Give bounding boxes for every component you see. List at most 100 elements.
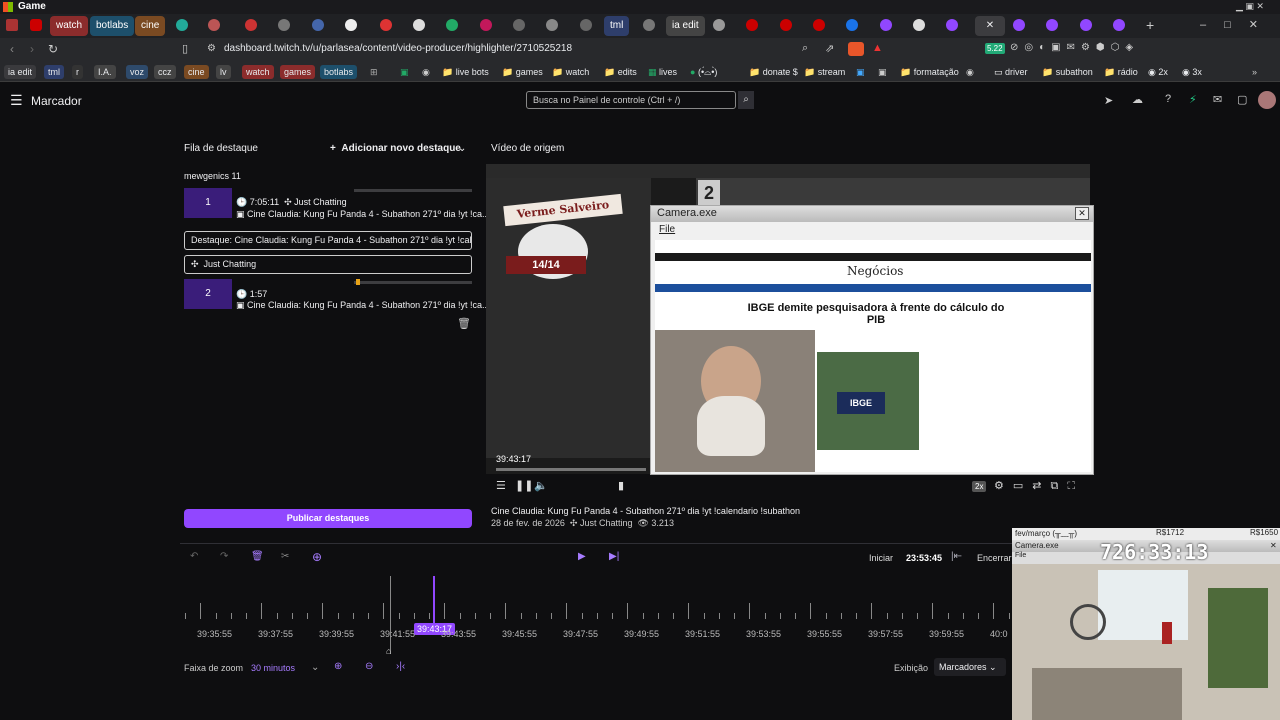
share-icon[interactable]: ⇗ bbox=[825, 42, 834, 55]
menu-icon[interactable]: ☰ bbox=[10, 92, 23, 109]
queue-item[interactable]: 2 🕒 1:57 ▣ Cine Claudia: Kung Fu Panda 4… bbox=[184, 279, 489, 310]
trash-icon[interactable]: 🗑 bbox=[251, 551, 264, 562]
bookmark-folder[interactable]: 📁 edits bbox=[600, 65, 641, 79]
zoom-icon[interactable]: ⌕ bbox=[802, 42, 808, 55]
tab-icon[interactable] bbox=[176, 19, 188, 31]
brave-icon[interactable] bbox=[848, 42, 864, 56]
tab-icon[interactable] bbox=[245, 19, 257, 31]
bookmark-item[interactable]: r bbox=[72, 65, 83, 79]
tab-icon[interactable] bbox=[480, 19, 492, 31]
tab-icon[interactable] bbox=[1013, 19, 1025, 31]
bookmark-item[interactable]: I.A. bbox=[94, 65, 116, 79]
tab-watch[interactable]: watch bbox=[50, 16, 89, 36]
avatar[interactable] bbox=[1258, 91, 1276, 109]
tab-icon[interactable] bbox=[1080, 19, 1092, 31]
zoom-in-icon[interactable]: ⊕ bbox=[334, 661, 342, 672]
bookmark-item[interactable]: botlabs bbox=[320, 65, 358, 79]
forward-icon[interactable]: › bbox=[30, 42, 34, 56]
bookmark-item[interactable]: tml bbox=[44, 65, 64, 79]
bookmark-item[interactable]: ● (•́⌓•̀) bbox=[686, 65, 721, 79]
publish-button[interactable]: Publicar destaques bbox=[184, 509, 472, 528]
queue-item[interactable]: 1 🕒 7:05:11 ✣ Just Chatting ▣ Cine Claud… bbox=[184, 188, 489, 219]
more-bookmarks-icon[interactable]: » bbox=[1248, 65, 1261, 79]
extensions-icon[interactable]: ⊘◎◐▣✉⚙⬢⬡◈ bbox=[1010, 42, 1139, 53]
tab-icon[interactable] bbox=[1046, 19, 1058, 31]
highlight-title-input[interactable]: Destaque: Cine Claudia: Kung Fu Panda 4 … bbox=[184, 231, 472, 250]
bookmark-folder[interactable]: 📁 rádio bbox=[1100, 65, 1142, 79]
bookmark-icon[interactable]: ▣ bbox=[852, 65, 869, 79]
bookmark-folder[interactable]: 📁 live bots bbox=[438, 65, 493, 79]
chevron-down-icon[interactable]: ⌄ bbox=[458, 143, 466, 154]
play-icon[interactable]: ▶ bbox=[578, 551, 586, 562]
bookmark-item[interactable]: ◉ 3x bbox=[1178, 65, 1206, 79]
bookmark-item[interactable]: voz bbox=[126, 65, 149, 79]
chevron-down-icon[interactable]: ⌄ bbox=[311, 662, 319, 673]
bookmark-item[interactable]: lv bbox=[216, 65, 231, 79]
category-input[interactable]: ✣ Just Chatting bbox=[184, 255, 472, 274]
tab-cine[interactable]: cine bbox=[135, 16, 166, 36]
tab-icon[interactable] bbox=[746, 19, 758, 31]
zoom-out-icon[interactable]: ⊖ bbox=[365, 661, 373, 672]
scissors-icon[interactable]: ✂ bbox=[281, 551, 289, 562]
tab-tml[interactable]: tml bbox=[604, 16, 630, 36]
bookmark-icon[interactable]: ▣ bbox=[396, 65, 413, 79]
close-icon[interactable]: ✕ bbox=[1270, 541, 1277, 550]
bookmark-item[interactable]: ia edit bbox=[4, 65, 37, 79]
tab-icon[interactable] bbox=[913, 19, 925, 31]
tab-icon[interactable] bbox=[345, 19, 357, 31]
speed-button[interactable]: 2x bbox=[972, 481, 987, 492]
bookmark-item[interactable]: cine bbox=[184, 65, 209, 79]
marker-icon[interactable]: ⌂ bbox=[386, 646, 391, 656]
tab-icon[interactable] bbox=[413, 19, 425, 31]
bookmark-item[interactable]: watch bbox=[242, 65, 274, 79]
close-icon[interactable]: ✕ bbox=[1075, 207, 1089, 220]
set-start-icon[interactable]: |⇤ bbox=[951, 551, 962, 562]
tab-icon[interactable] bbox=[946, 19, 958, 31]
bookmark-folder[interactable]: 📁 donate $ bbox=[745, 65, 802, 79]
zoom-select[interactable]: 30 minutos bbox=[251, 663, 295, 673]
reload-icon[interactable]: ↻ bbox=[48, 42, 58, 56]
extension-badge[interactable]: 5.22 bbox=[985, 43, 1005, 54]
site-info-icon[interactable]: ⚙ bbox=[207, 43, 216, 54]
search-icon[interactable]: ⌕ bbox=[738, 91, 754, 109]
add-clip-icon[interactable]: ⊕ bbox=[312, 550, 322, 564]
back-icon[interactable]: ‹ bbox=[10, 42, 14, 56]
view-select[interactable]: Marcadores ⌄ bbox=[934, 658, 1006, 676]
tab-icon[interactable] bbox=[880, 19, 892, 31]
window-controls[interactable]: ▁ ▣ ✕ bbox=[1236, 1, 1276, 12]
skip-end-icon[interactable]: ▶| bbox=[609, 551, 619, 562]
tab-icon[interactable] bbox=[580, 19, 592, 31]
playlist-icon[interactable]: ☰ bbox=[496, 479, 506, 492]
fit-icon[interactable]: ›|‹ bbox=[396, 661, 405, 672]
tab-icon[interactable] bbox=[546, 19, 558, 31]
tab-icon[interactable] bbox=[278, 19, 290, 31]
tab-icon[interactable] bbox=[1113, 19, 1125, 31]
bookmark-item[interactable]: games bbox=[280, 65, 316, 79]
apps-grid-icon[interactable]: ⊞ bbox=[366, 65, 382, 79]
pause-icon[interactable]: ❚❚ bbox=[515, 479, 533, 492]
tab-icon[interactable] bbox=[813, 19, 825, 31]
tab-botlabs[interactable]: botlabs bbox=[90, 16, 135, 36]
video-progress[interactable] bbox=[496, 468, 646, 471]
extension-icon[interactable]: ⚡ bbox=[1189, 93, 1197, 106]
tab-icon[interactable] bbox=[846, 19, 858, 31]
bookmark-folder[interactable]: 📁 subathon bbox=[1038, 65, 1097, 79]
bookmark-icon[interactable]: ▣ bbox=[874, 65, 891, 79]
url-field[interactable]: dashboard.twitch.tv/u/parlasea/content/v… bbox=[224, 43, 572, 54]
bookmark-folder[interactable]: 📁 formatação bbox=[896, 65, 963, 79]
tab-icon[interactable] bbox=[208, 19, 220, 31]
new-tab-icon[interactable]: + bbox=[1146, 17, 1154, 33]
shield-icon[interactable]: ▲ bbox=[872, 42, 883, 54]
tab-ia-edit[interactable]: ia edit bbox=[666, 16, 705, 36]
undo-icon[interactable]: ↶ bbox=[190, 551, 198, 562]
window-controls-icon[interactable]: –□✕ bbox=[1200, 18, 1276, 31]
inbox-icon[interactable]: ✉ bbox=[1213, 93, 1222, 106]
tab-icon[interactable] bbox=[380, 19, 392, 31]
tab-icon[interactable] bbox=[513, 19, 525, 31]
youtube-icon[interactable] bbox=[30, 19, 42, 31]
tab-icon[interactable] bbox=[713, 19, 725, 31]
delete-icon[interactable]: 🗑 bbox=[457, 317, 471, 330]
bookmark-item[interactable]: ▭ driver bbox=[990, 65, 1032, 79]
bookmark-item[interactable]: ◉ 2x bbox=[1144, 65, 1172, 79]
player-settings-icons[interactable]: ⚙▭⇄⧉⛶ bbox=[994, 479, 1084, 493]
